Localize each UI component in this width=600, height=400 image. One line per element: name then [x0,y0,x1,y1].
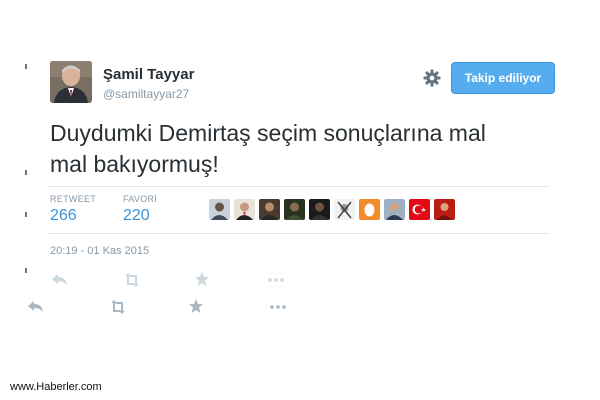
favoriter-avatar[interactable] [284,199,305,220]
edge-mark [25,268,27,273]
retweet-icon[interactable] [108,299,128,315]
favoriter-avatar[interactable] [384,199,405,220]
favoriter-avatar[interactable] [309,199,330,220]
favoriter-avatar[interactable] [434,199,455,220]
favorite-count[interactable]: 220 [123,207,157,225]
tweet-timestamp[interactable]: 20:19 - 01 Kas 2015 [50,245,149,257]
retweet-label: RETWEET [50,194,97,204]
favorite-stat[interactable]: FAVORİ 220 [123,194,157,225]
star-icon[interactable] [186,298,206,314]
retweet-icon[interactable] [122,272,142,288]
favoriter-avatar[interactable] [334,199,355,220]
edge-mark [25,212,27,217]
display-name[interactable]: Şamil Tayyar [103,66,194,83]
tweet-card: Şamil Tayyar @samiltayyar27 Takip ediliy… [0,0,600,400]
screen-name[interactable]: @samiltayyar27 [103,87,189,101]
favoriter-avatars [209,199,455,220]
tweet-text: Duydumki Demirtaş seçim sonuçlarına mal … [50,120,486,177]
divider [48,186,550,187]
favoriter-avatar[interactable] [209,199,230,220]
retweet-stat[interactable]: RETWEET 266 [50,194,96,225]
divider [48,233,550,234]
favoriter-avatar[interactable] [234,199,255,220]
favoriter-avatar[interactable] [359,199,380,220]
reply-icon[interactable] [50,272,70,288]
more-dots-icon[interactable] [266,272,286,288]
edge-mark [25,170,27,175]
more-dots-icon[interactable] [268,299,288,315]
star-icon[interactable] [192,271,212,287]
retweet-count[interactable]: 266 [50,207,96,225]
favoriter-avatar[interactable] [259,199,280,220]
following-button[interactable]: Takip ediliyor [451,62,555,94]
profile-avatar[interactable] [50,61,92,103]
edge-mark [25,64,27,69]
watermark-text: www.Haberler.com [10,381,102,393]
gear-icon[interactable] [422,68,442,88]
favoriter-avatar[interactable] [409,199,430,220]
reply-icon[interactable] [26,299,46,315]
favorite-label: FAVORİ [123,194,158,204]
